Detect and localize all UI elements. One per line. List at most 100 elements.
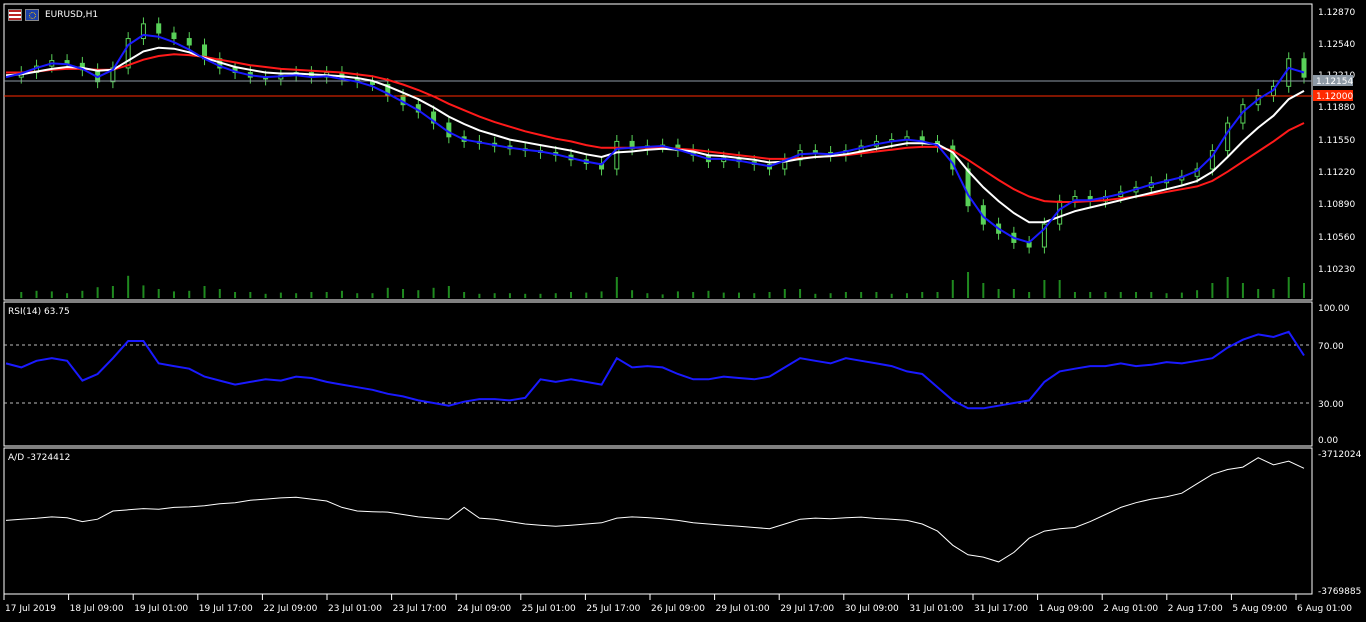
- time-axis-label: 19 Jul 01:00: [134, 604, 188, 614]
- price-panel[interactable]: [3, 3, 1313, 301]
- rsi-axis-tick: 30.00: [1318, 400, 1344, 410]
- rsi-axis-tick: 100.00: [1318, 304, 1350, 314]
- candle-body: [965, 168, 971, 207]
- volume-bar: [1012, 289, 1015, 298]
- volume-bar: [860, 292, 863, 298]
- time-axis-label: 23 Jul 01:00: [328, 604, 382, 614]
- volume-bar: [570, 292, 573, 298]
- candle-body: [171, 32, 177, 40]
- volume-bar: [81, 290, 84, 298]
- volume-bar: [1226, 277, 1229, 298]
- time-axis-label: 24 Jul 09:00: [457, 604, 511, 614]
- rsi-axis-tick: 0.00: [1318, 436, 1338, 446]
- us-flag-icon: [8, 9, 22, 21]
- volume-bar: [829, 293, 832, 298]
- volume-bar: [142, 285, 145, 298]
- volume-bar: [1135, 292, 1138, 298]
- time-axis-label: 25 Jul 01:00: [522, 604, 576, 614]
- current-price-badge-text: 1.12154: [1316, 77, 1353, 87]
- price-axis-tick: 1.11220: [1318, 168, 1355, 178]
- volume-bar: [799, 289, 802, 298]
- volume-bar: [661, 294, 664, 298]
- volume-bar: [218, 289, 221, 298]
- volume-bar: [66, 293, 69, 298]
- volume-bar: [111, 286, 114, 298]
- ad-panel[interactable]: [3, 447, 1313, 595]
- candle-body: [446, 122, 452, 138]
- volume-bar: [1303, 283, 1305, 298]
- volume-bar: [1257, 289, 1260, 298]
- volume-bar: [600, 291, 603, 298]
- volume-bar: [1287, 277, 1290, 298]
- volume-bar: [478, 293, 481, 298]
- volume-bar: [692, 292, 695, 298]
- volume-bar: [96, 287, 99, 298]
- candle-body: [186, 38, 192, 46]
- volume-bar: [722, 292, 725, 298]
- time-axis-label: 25 Jul 17:00: [586, 604, 640, 614]
- time-axis-label: 22 Jul 09:00: [263, 604, 317, 614]
- price-axis-tick: 1.10560: [1318, 233, 1355, 243]
- volume-bar: [1272, 289, 1275, 298]
- time-axis-label: 6 Aug 01:00: [1297, 604, 1352, 614]
- volume-bar: [279, 292, 282, 298]
- candle-body: [1301, 58, 1307, 78]
- price-axis-tick: 1.11550: [1318, 136, 1355, 146]
- volume-bar: [127, 275, 130, 298]
- volume-bar: [325, 292, 328, 298]
- price-axis: 1.12870 1.12540 1.12210 1.11880 1.11550 …: [1318, 8, 1355, 275]
- volume-bar: [188, 290, 191, 298]
- candle-body: [156, 23, 162, 34]
- volume-bar: [1241, 283, 1244, 298]
- volume-bar: [1089, 292, 1092, 298]
- volume-bar: [1180, 292, 1183, 298]
- volume-bar: [447, 286, 450, 298]
- volume-bar: [20, 292, 23, 298]
- volume-bar: [249, 292, 252, 298]
- volume-bar: [417, 290, 420, 298]
- volume-bar: [35, 290, 38, 298]
- rsi-axis: 100.00 70.00 30.00 0.00: [1318, 304, 1350, 446]
- candle-body: [1225, 122, 1231, 152]
- eu-flag-icon: [25, 9, 39, 21]
- time-axis: 17 Jul 2019 18 Jul 09:00 19 Jul 01:00 19 Ju…: [3, 594, 1352, 614]
- time-axis-label: 2 Aug 01:00: [1103, 604, 1158, 614]
- volume-bar: [295, 293, 298, 298]
- rsi-axis-tick: 70.00: [1318, 342, 1344, 352]
- volume-bar: [646, 293, 649, 298]
- volume-bar: [50, 291, 53, 298]
- time-axis-label: 30 Jul 09:00: [845, 604, 899, 614]
- volume-bar: [875, 292, 878, 298]
- time-axis-label: 31 Jul 01:00: [909, 604, 963, 614]
- volume-bar: [340, 290, 343, 298]
- time-axis-label: 29 Jul 01:00: [716, 604, 770, 614]
- volume-bar: [386, 287, 389, 298]
- ad-axis: -3712024 -3769885: [1318, 450, 1362, 597]
- volume-bar: [997, 289, 1000, 298]
- volume-bar: [676, 291, 679, 298]
- time-axis-label: 26 Jul 09:00: [651, 604, 705, 614]
- volume-bar: [737, 292, 740, 298]
- chart-canvas[interactable]: 1.12870 1.12540 1.12210 1.11880 1.11550 …: [0, 0, 1366, 618]
- ad-axis-tick: -3769885: [1318, 587, 1361, 597]
- volume-bar: [234, 292, 237, 298]
- volume-bar: [585, 292, 588, 298]
- volume-bar: [615, 277, 618, 298]
- chart-window[interactable]: 1.12870 1.12540 1.12210 1.11880 1.11550 …: [0, 0, 1366, 618]
- volume-bar: [783, 289, 786, 298]
- volume-bar: [905, 293, 908, 298]
- price-axis-tick: 1.12540: [1318, 40, 1355, 50]
- volume-bar: [264, 293, 267, 298]
- time-axis-label: 5 Aug 09:00: [1232, 604, 1287, 614]
- candle-body: [1286, 58, 1292, 87]
- volume-bar: [967, 272, 970, 298]
- volume-bar: [1119, 292, 1122, 298]
- ad-axis-tick: -3712024: [1318, 450, 1362, 460]
- volume-bar: [539, 293, 542, 298]
- symbol-title: EURUSD,H1: [45, 10, 98, 20]
- volume-bar: [844, 292, 847, 298]
- price-axis-tick: 1.10230: [1318, 265, 1355, 275]
- price-axis-tick: 1.12870: [1318, 8, 1355, 18]
- volume-bar: [356, 293, 359, 298]
- volume-bar: [631, 290, 634, 298]
